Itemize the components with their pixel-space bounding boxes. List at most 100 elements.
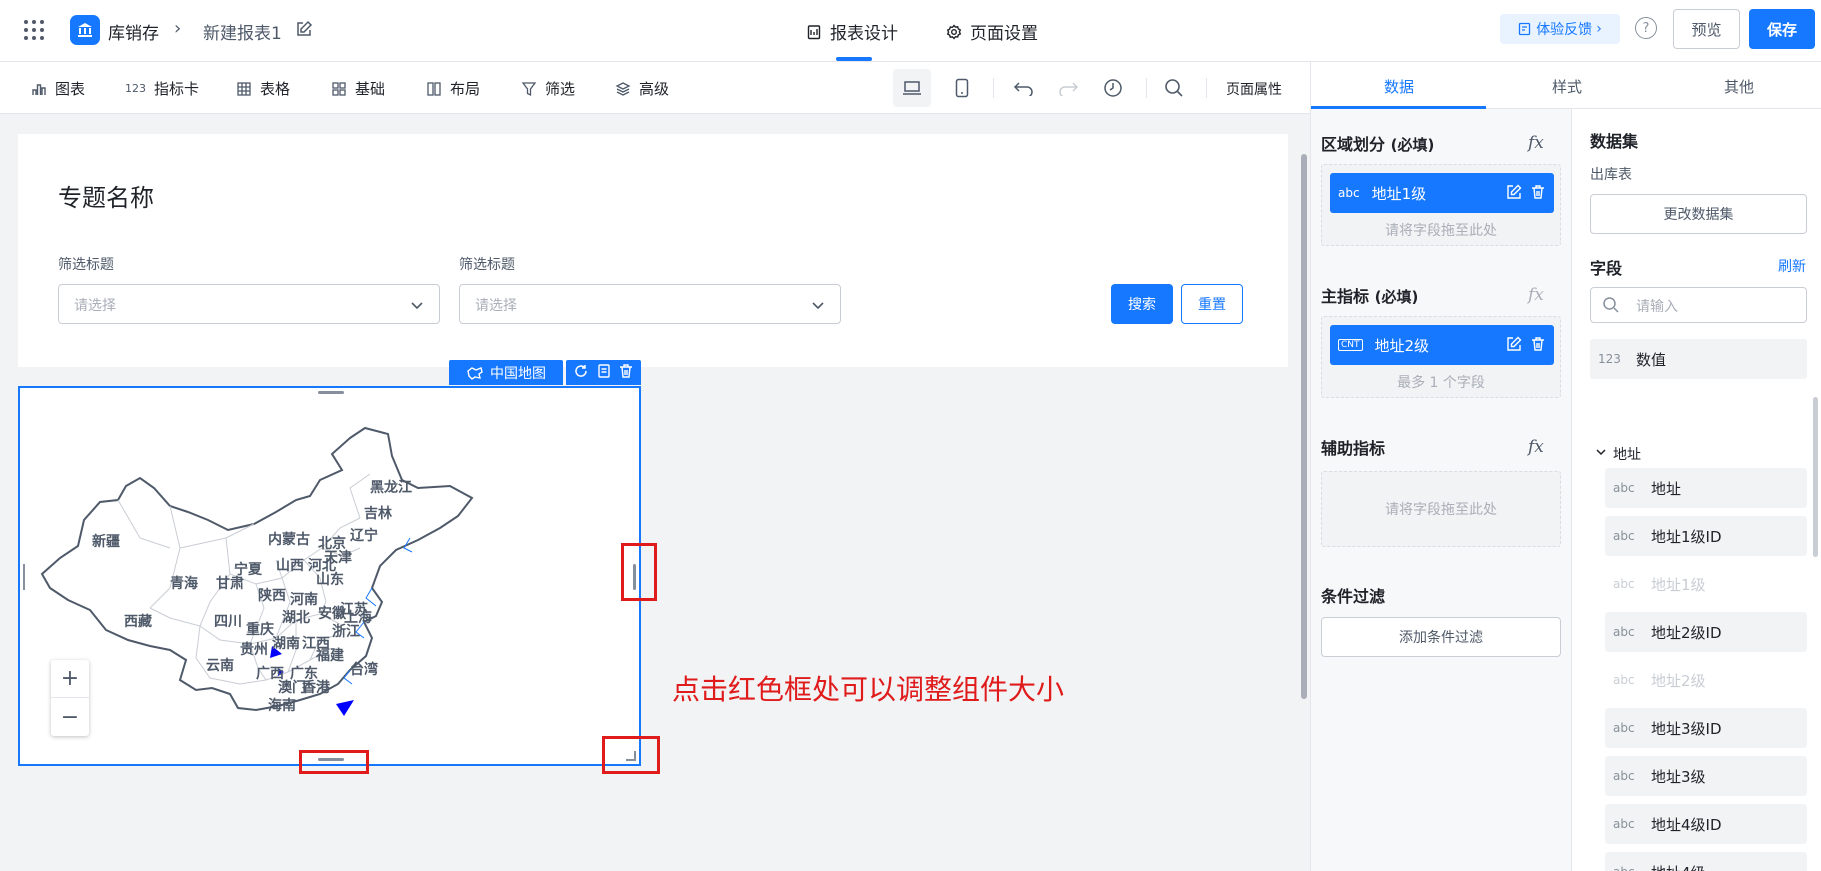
field-search-input[interactable]: 请输入 (1590, 287, 1807, 323)
toolbar-chart-label: 图表 (55, 80, 86, 98)
formula-fx-icon[interactable]: fx (1528, 285, 1544, 305)
edit-icon[interactable] (1506, 336, 1522, 356)
tab-report-design[interactable]: 报表设计 (806, 19, 898, 44)
edit-name-icon[interactable] (295, 20, 313, 42)
region-label: 安徽 (318, 605, 347, 622)
toolbar-filter-label: 筛选 (545, 80, 576, 98)
save-button[interactable]: 保存 (1749, 9, 1815, 49)
widget-title-label: 中国地图 (490, 365, 546, 382)
edit-icon[interactable] (1506, 184, 1522, 204)
field-name: 地址4级ID (1651, 815, 1722, 834)
field-group-address[interactable]: 地址 (1595, 444, 1641, 464)
toolbar-kpi-card[interactable]: 123 指标卡 (125, 78, 199, 99)
history-clock-icon[interactable] (1101, 76, 1125, 100)
region-label: 香港 (301, 679, 331, 696)
filter-icon (521, 81, 537, 97)
copy-icon[interactable] (596, 363, 612, 383)
toolbar-layout-label: 布局 (450, 80, 481, 98)
search-icon[interactable] (1162, 76, 1186, 100)
refresh-icon[interactable] (573, 363, 589, 383)
toolbar-basic[interactable]: 基础 (331, 78, 385, 99)
toolbar-layout[interactable]: 布局 (426, 78, 480, 99)
filter-header: 专题名称 筛选标题 请选择 筛选标题 请选择 搜索 重置 (18, 134, 1288, 367)
field-name: 地址3级ID (1651, 719, 1722, 738)
refresh-fields-link[interactable]: 刷新 (1778, 256, 1806, 276)
region-label: 福建 (315, 647, 344, 664)
feedback-button[interactable]: 体验反馈 › (1500, 14, 1620, 44)
filter-select-1[interactable]: 请选择 (58, 284, 440, 324)
desktop-view-button[interactable] (893, 69, 931, 107)
field-item[interactable]: abc 地址3级 (1605, 756, 1807, 796)
tab-page-settings-label: 页面设置 (970, 24, 1038, 44)
toolbar-kpi-card-label: 指标卡 (154, 80, 200, 98)
fields-scrollbar[interactable] (1813, 397, 1818, 557)
resize-handle-top[interactable] (318, 391, 344, 394)
toolbar-basic-label: 基础 (355, 80, 386, 98)
aux-metric-drop-zone[interactable]: 请将字段拖至此处 (1321, 471, 1561, 547)
field-item[interactable]: abc 地址 (1605, 468, 1807, 508)
tab-page-settings[interactable]: 页面设置 (946, 19, 1038, 44)
region-label: 陕西 (258, 587, 286, 604)
field-item-numeric[interactable]: 123 数值 (1590, 339, 1807, 379)
filter-select-2[interactable]: 请选择 (459, 284, 841, 324)
help-icon[interactable]: ? (1635, 17, 1657, 39)
tab-other[interactable]: 其他 (1654, 76, 1821, 97)
change-dataset-button[interactable]: 更改数据集 (1590, 194, 1807, 234)
china-map-widget[interactable]: 黑龙江 吉林 辽宁 内蒙古 北京 天津 新疆 宁夏 山西 河北 山东 青海 甘肃… (18, 386, 641, 766)
field-type-tag: CNT (1338, 339, 1363, 351)
field-item[interactable]: abc 地址3级ID (1605, 708, 1807, 748)
filter-title-2: 筛选标题 (459, 257, 515, 273)
add-condition-filter-button[interactable]: 添加条件过滤 (1321, 617, 1561, 657)
breadcrumb-app[interactable]: 库销存 (108, 19, 159, 44)
undo-icon[interactable] (1012, 76, 1036, 100)
field-item[interactable]: abc 地址4级ID (1605, 804, 1807, 844)
canvas-scrollbar[interactable] (1301, 154, 1307, 699)
field-item[interactable]: abc 地址2级ID (1605, 612, 1807, 652)
trash-icon[interactable] (1530, 184, 1546, 204)
redo-icon[interactable] (1056, 76, 1080, 100)
condition-filter-title: 条件过滤 (1321, 587, 1386, 606)
dataset-name: 出库表 (1590, 167, 1632, 183)
mobile-view-button[interactable] (943, 69, 981, 107)
topic-title[interactable]: 专题名称 (58, 178, 154, 213)
reset-button[interactable]: 重置 (1181, 284, 1243, 324)
number-123-icon: 123 (125, 82, 146, 95)
region-drop-zone[interactable]: abc 地址1级 请将字段拖至此处 (1321, 164, 1561, 246)
field-group-label: 地址 (1613, 447, 1641, 463)
zoom-in-button[interactable]: + (51, 660, 89, 698)
region-drop-hint: 请将字段拖至此处 (1385, 223, 1497, 239)
trash-icon[interactable] (1530, 336, 1546, 356)
formula-fx-icon[interactable]: fx (1528, 133, 1544, 153)
tab-data[interactable]: 数据 (1314, 76, 1484, 97)
dataset-title: 数据集 (1590, 132, 1639, 151)
resize-handle-left[interactable] (23, 564, 25, 590)
region-field-chip[interactable]: abc 地址1级 (1330, 173, 1554, 213)
region-label: 河南 (290, 591, 318, 608)
formula-fx-icon[interactable]: fx (1528, 437, 1544, 457)
gear-icon (946, 23, 962, 40)
apps-grid-icon[interactable] (24, 20, 44, 40)
table-icon (236, 81, 252, 97)
main-metric-drop-zone[interactable]: CNT 地址2级 最多 1 个字段 (1321, 316, 1561, 398)
preview-button[interactable]: 预览 (1673, 9, 1740, 49)
tab-style[interactable]: 样式 (1482, 76, 1652, 97)
toolbar-table[interactable]: 表格 (236, 78, 290, 99)
filter-title-1: 筛选标题 (58, 257, 114, 273)
toolbar-filter[interactable]: 筛选 (521, 78, 575, 99)
main-metric-field-chip[interactable]: CNT 地址2级 (1330, 325, 1554, 365)
search-icon (1602, 296, 1620, 318)
search-button[interactable]: 搜索 (1111, 284, 1173, 324)
toolbar-chart[interactable]: 图表 (31, 78, 85, 99)
zoom-out-button[interactable]: − (51, 698, 89, 736)
toolbar-advanced[interactable]: 高级 (615, 78, 669, 99)
report-icon (807, 24, 821, 39)
dataset-column: 数据集 出库表 更改数据集 字段 刷新 请输入 123 数值 地址 abc 地址… (1573, 109, 1821, 871)
page-properties-button[interactable]: 页面属性 (1226, 79, 1282, 99)
widget-title-tag[interactable]: 中国地图 (449, 360, 563, 385)
field-name: 地址 (1651, 479, 1682, 498)
trash-icon[interactable] (618, 363, 634, 383)
field-item[interactable]: abc 地址4级 (1605, 852, 1807, 871)
tab-report-design-label: 报表设计 (830, 24, 898, 44)
field-item[interactable]: abc 地址1级ID (1605, 516, 1807, 556)
region-title: 区域划分 (1321, 135, 1386, 154)
